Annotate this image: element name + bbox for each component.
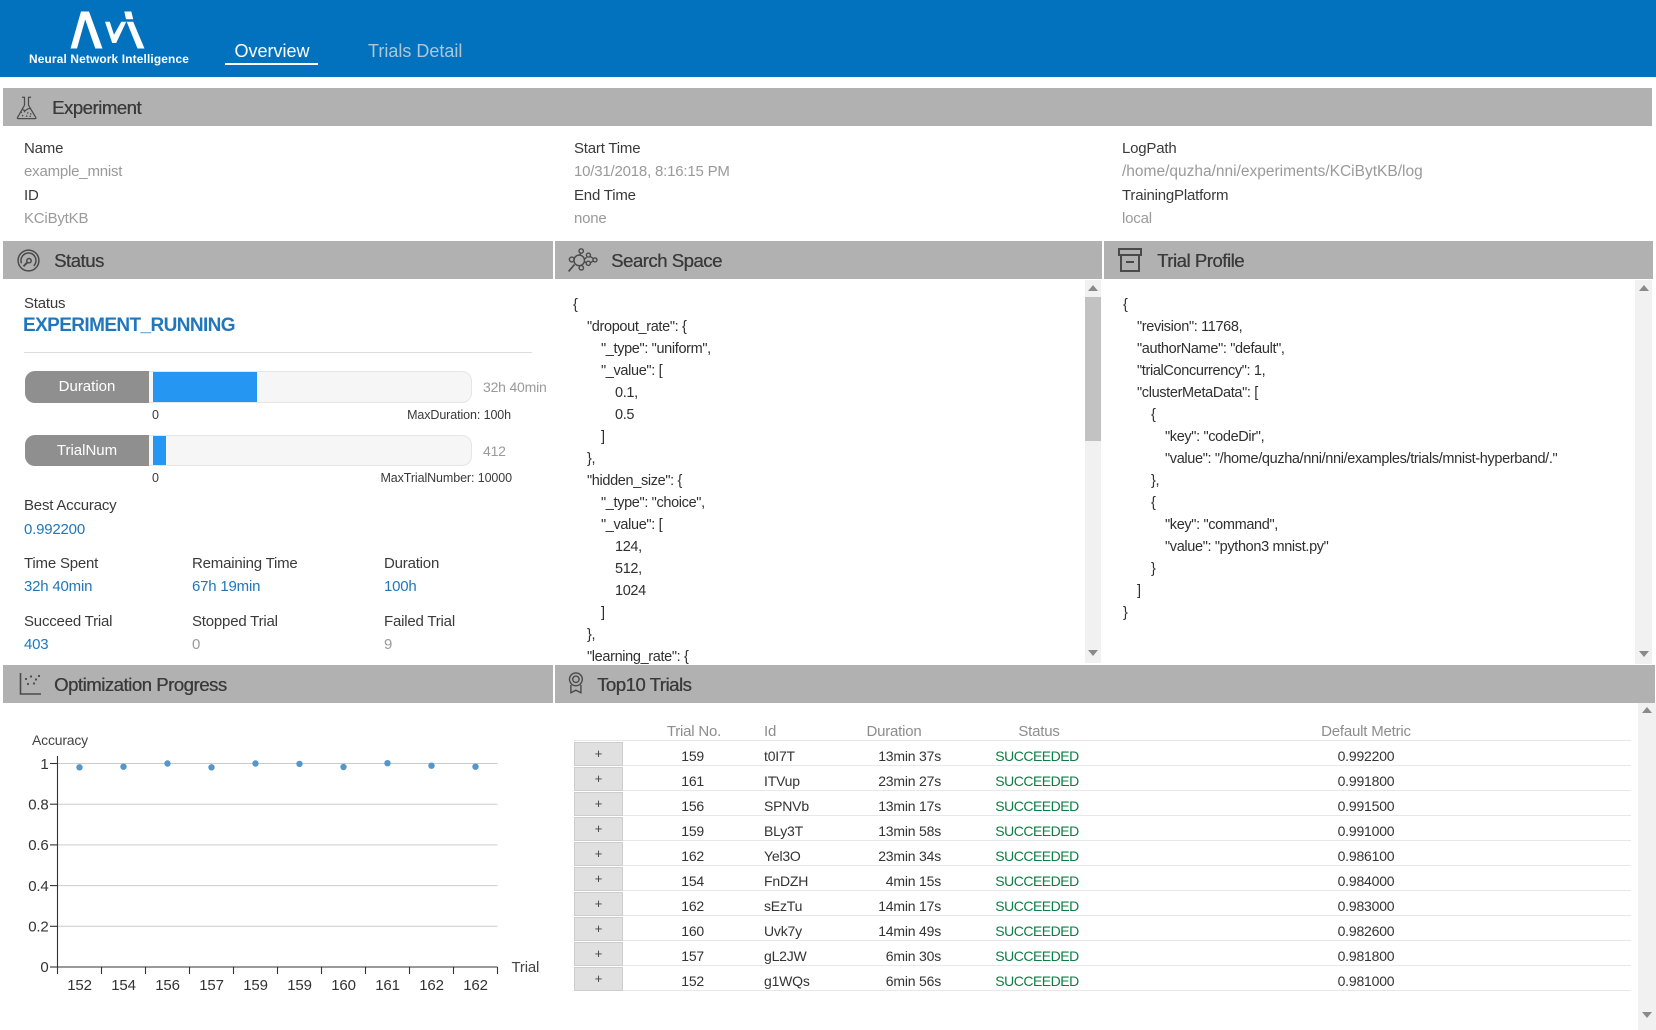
svg-text:156: 156 [155,977,179,994]
svg-text:152: 152 [67,977,91,994]
svg-text:0.6: 0.6 [28,837,48,854]
svg-text:157: 157 [199,977,223,994]
svg-text:Accuracy: Accuracy [32,732,88,748]
svg-text:159: 159 [287,977,311,994]
svg-text:159: 159 [243,977,267,994]
svg-text:160: 160 [331,977,355,994]
svg-text:162: 162 [463,977,487,994]
svg-text:Trial: Trial [512,959,540,976]
svg-text:162: 162 [419,977,443,994]
svg-text:154: 154 [111,977,135,994]
svg-text:0.8: 0.8 [28,797,48,814]
svg-text:0.2: 0.2 [28,919,48,936]
svg-text:0: 0 [40,959,48,976]
svg-text:1: 1 [40,756,48,773]
svg-text:161: 161 [375,977,399,994]
svg-text:0.4: 0.4 [28,878,48,895]
